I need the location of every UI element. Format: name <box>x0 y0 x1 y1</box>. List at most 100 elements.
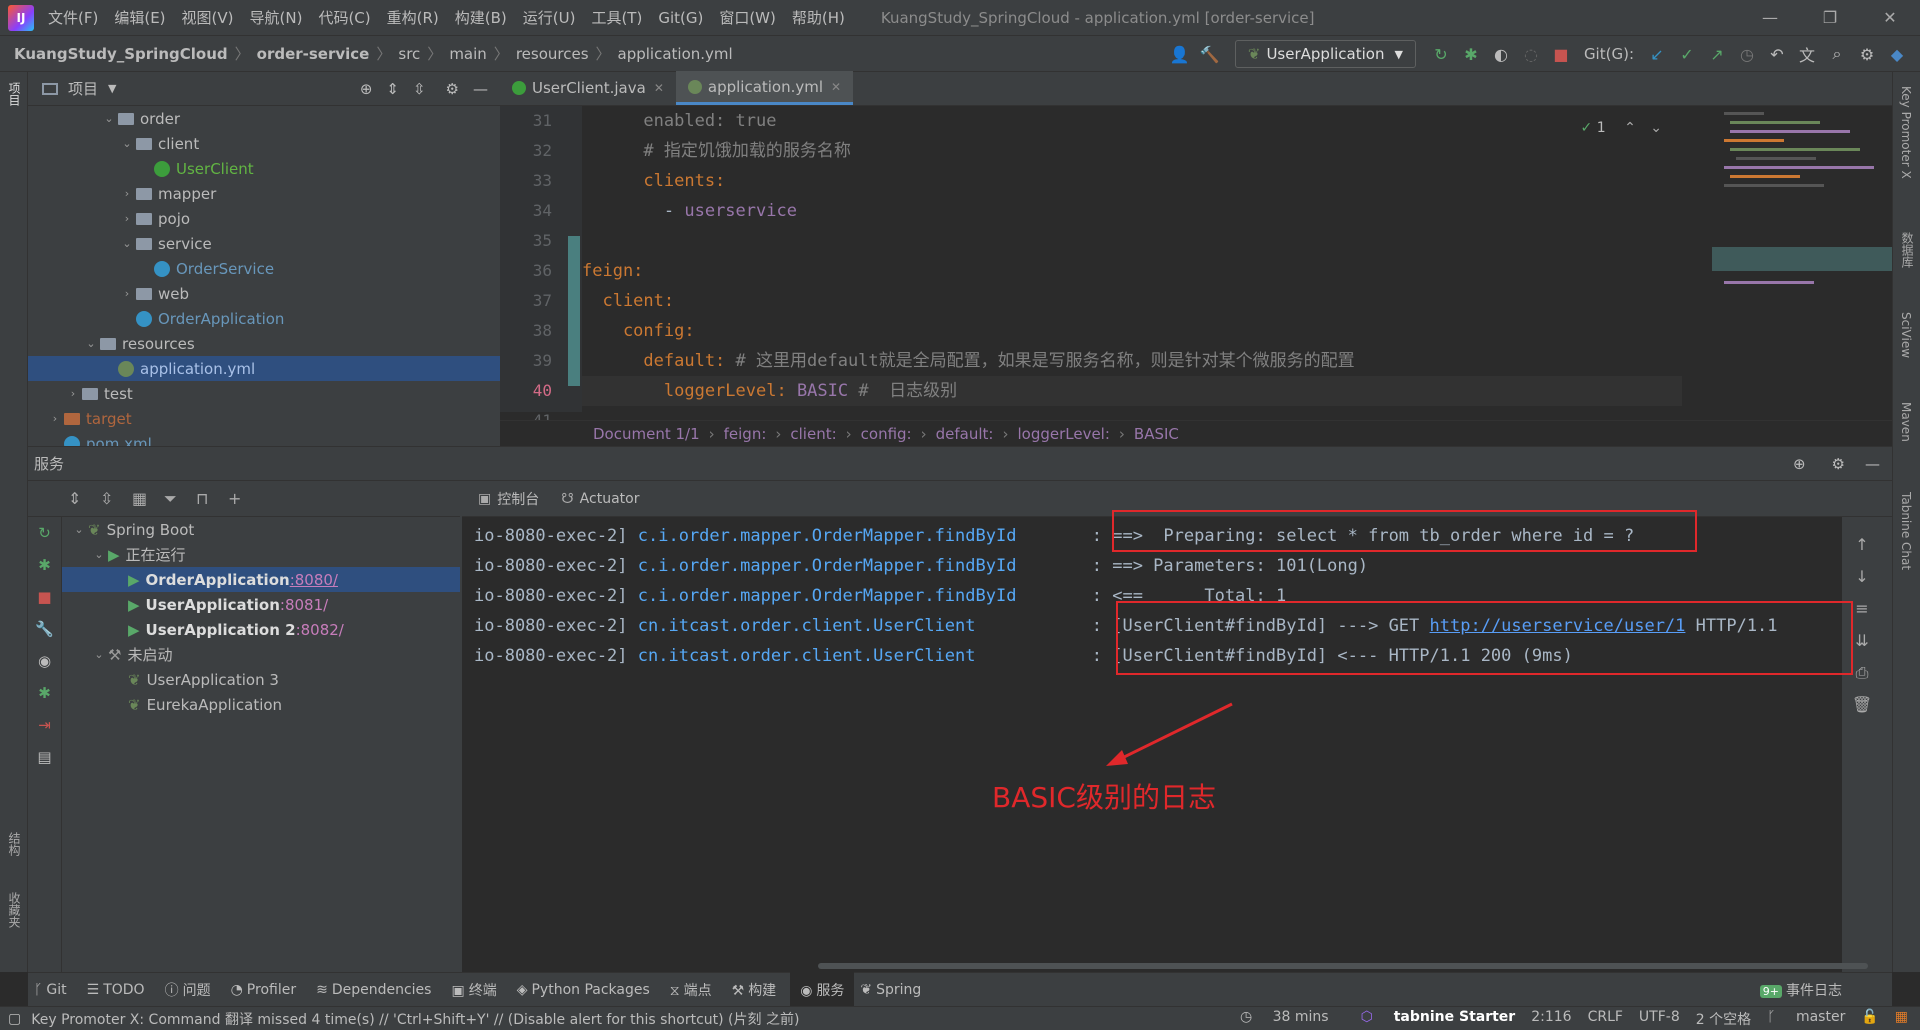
chevron-down-icon[interactable]: ⌄ <box>82 337 100 350</box>
console-tab[interactable]: Actuator <box>580 491 640 507</box>
service-port-link[interactable]: :8082/ <box>296 621 344 639</box>
file-encoding[interactable]: UTF-8 <box>1639 1009 1680 1029</box>
bottom-tool-tab[interactable]: ≋ Dependencies <box>316 982 431 998</box>
key-promoter-tab[interactable]: Key Promoter X <box>1899 86 1913 179</box>
rerun-icon[interactable]: ↻ <box>28 517 61 549</box>
chevron-down-icon[interactable]: ⌄ <box>100 112 118 125</box>
bottom-tool-tab[interactable]: ▣ 终端 <box>451 980 496 1000</box>
service-item[interactable]: ▶ UserApplication:8081/ <box>62 592 460 617</box>
print-icon[interactable]: ⎙ <box>1850 657 1874 689</box>
tabnine-chat-tab[interactable]: Tabnine Chat <box>1899 492 1913 570</box>
close-icon[interactable]: ✕ <box>1860 0 1920 36</box>
yaml-path-item[interactable]: client: <box>790 425 836 443</box>
chevron-right-icon[interactable]: › <box>118 212 136 225</box>
service-item[interactable]: ⌄ ❦ Spring Boot <box>62 517 460 542</box>
menu-item[interactable]: 重构(R) <box>387 7 439 28</box>
git-update-icon[interactable]: ↙ <box>1642 45 1672 64</box>
yaml-path-item[interactable]: default: <box>936 425 994 443</box>
debug-icon[interactable]: ✱ <box>28 549 61 581</box>
close-tab-icon[interactable]: ✕ <box>654 81 664 95</box>
minimize-icon[interactable]: — <box>1740 0 1800 36</box>
menu-item[interactable]: 文件(F) <box>48 7 98 28</box>
service-item[interactable]: ❦ EurekaApplication <box>62 692 460 717</box>
breadcrumb-item[interactable]: order-service <box>257 45 370 63</box>
maximize-icon[interactable]: ❐ <box>1800 0 1860 36</box>
tree-item[interactable]: UserClient <box>28 156 500 181</box>
yaml-path-item[interactable]: feign: <box>724 425 767 443</box>
scroll-to-end-icon[interactable]: ⇊ <box>1850 625 1874 657</box>
tree-item[interactable]: ⌄ resources <box>28 331 500 356</box>
wrench-icon[interactable]: 🔧 <box>28 613 61 645</box>
tree-item[interactable]: ⌄ service <box>28 231 500 256</box>
intellij-logo-icon[interactable]: IJ <box>8 4 34 31</box>
tree-item[interactable]: › target <box>28 406 500 431</box>
bottom-tool-tab[interactable]: ⓘ 问题 <box>165 980 211 1000</box>
menu-item[interactable]: 运行(U) <box>523 7 576 28</box>
editor-tab[interactable]: application.yml ✕ <box>675 71 854 105</box>
menu-item[interactable]: 帮助(H) <box>792 7 845 28</box>
chevron-right-icon[interactable]: › <box>118 187 136 200</box>
project-title[interactable]: 项目 <box>68 78 98 99</box>
rollback-icon[interactable]: ↶ <box>1762 45 1792 64</box>
chevron-down-icon[interactable]: ⌄ <box>90 648 108 661</box>
sciview-tab[interactable]: SciView <box>1899 312 1913 358</box>
service-item[interactable]: ▶ OrderApplication:8080/ <box>62 567 460 592</box>
bottom-tool-tab[interactable]: ◈ Python Packages <box>517 982 650 998</box>
chevron-right-icon[interactable]: › <box>64 387 82 400</box>
scroll-up-icon[interactable]: ↑ <box>1850 529 1874 561</box>
chevron-up-icon[interactable]: ⌃ <box>1624 120 1636 136</box>
code-editor[interactable]: enabled: true # 指定饥饿加载的服务名称 clients: - u… <box>582 106 1682 412</box>
chevron-down-icon[interactable]: ⌄ <box>70 523 88 536</box>
toolbox-icon[interactable]: ◆ <box>1882 45 1912 64</box>
soft-wrap-icon[interactable]: ≡ <box>1850 593 1874 625</box>
chevron-down-icon[interactable]: ⌄ <box>118 237 136 250</box>
breadcrumb-item[interactable]: src <box>398 45 420 63</box>
console-tab[interactable]: 控制台 <box>497 489 539 509</box>
exit-icon[interactable]: ⇥ <box>28 709 61 741</box>
user-icon[interactable]: 👤 <box>1165 45 1195 64</box>
yaml-path-item[interactable]: config: <box>861 425 912 443</box>
code-minimap[interactable] <box>1712 106 1892 406</box>
horizontal-scrollbar[interactable] <box>818 963 1868 969</box>
chevron-down-icon[interactable]: ⌄ <box>118 137 136 150</box>
group-icon[interactable]: ▦ <box>132 489 164 508</box>
tabnine-status[interactable]: ⬡ tabnine Starter <box>1345 1009 1516 1029</box>
hide-icon[interactable]: — <box>473 80 488 98</box>
debug-icon[interactable]: ✱ <box>1456 45 1486 64</box>
tree-item[interactable]: › test <box>28 381 500 406</box>
tree-item[interactable]: OrderService <box>28 256 500 281</box>
status-icon[interactable]: ▢ <box>8 1011 21 1027</box>
settings-gear-icon[interactable]: ⚙ <box>1852 45 1882 64</box>
camera-icon[interactable]: ◉ <box>28 645 61 677</box>
expand-all-icon[interactable]: ⇕ <box>68 489 100 508</box>
caret-position[interactable]: 2:116 <box>1531 1009 1571 1029</box>
structure-tool-tab[interactable]: 结构 <box>6 832 23 856</box>
breadcrumb-item[interactable]: application.yml <box>618 45 733 63</box>
layout-icon[interactable]: ▤ <box>28 741 61 773</box>
menu-item[interactable]: 视图(V) <box>182 7 234 28</box>
yaml-path-item[interactable]: loggerLevel: <box>1017 425 1109 443</box>
hide-icon[interactable]: — <box>1865 455 1880 473</box>
tree-item[interactable]: › pojo <box>28 206 500 231</box>
stop-icon[interactable]: ■ <box>28 581 61 613</box>
trash-icon[interactable]: 🗑 <box>1850 689 1874 721</box>
tree-item[interactable]: application.yml <box>28 356 500 381</box>
bottom-tool-tab[interactable]: ◔ Profiler <box>231 982 297 998</box>
bottom-tool-tab[interactable]: ◉ 服务 <box>790 971 855 1008</box>
event-log-button[interactable]: 9+ 事件日志 <box>1759 980 1842 1000</box>
indent-setting[interactable]: 2 个空格 <box>1696 1009 1751 1029</box>
settings-gear-icon[interactable]: ⚙ <box>1832 455 1845 473</box>
debug-icon[interactable]: ✱ <box>28 677 61 709</box>
git-push-icon[interactable]: ↗ <box>1702 45 1732 64</box>
tree-item[interactable]: ⌄ order <box>28 106 500 131</box>
maven-tab[interactable]: Maven <box>1899 402 1913 442</box>
tree-item[interactable]: ⌄ client <box>28 131 500 156</box>
rerun-icon[interactable]: ↻ <box>1426 45 1456 64</box>
new-tab-icon[interactable]: ⊓ <box>196 489 228 508</box>
breadcrumb-item[interactable]: main <box>449 45 486 63</box>
chevron-right-icon[interactable]: › <box>46 412 64 425</box>
service-item[interactable]: ⌄ ⚒ 未启动 <box>62 642 460 667</box>
scroll-down-icon[interactable]: ↓ <box>1850 561 1874 593</box>
add-service-icon[interactable]: + <box>228 489 260 508</box>
menu-item[interactable]: Git(G) <box>658 9 703 27</box>
